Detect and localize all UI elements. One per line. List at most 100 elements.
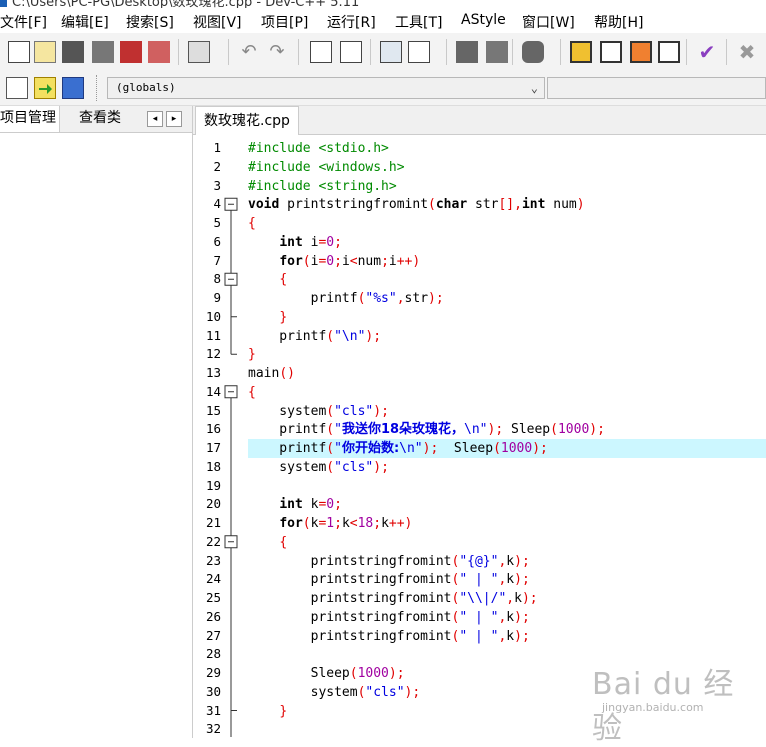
code-line[interactable]: system("cls"); [248, 458, 766, 477]
find-icon[interactable] [310, 41, 332, 63]
code-line[interactable]: { [248, 533, 766, 552]
menu-item-0[interactable]: 文件[F] [0, 12, 47, 32]
code-line[interactable]: for(i=0;i<num;i++) [248, 252, 766, 271]
save-all-icon[interactable] [92, 41, 114, 63]
print-icon[interactable] [188, 41, 210, 63]
code-token: " | " [459, 572, 499, 588]
code-line[interactable]: printf("\n"); [248, 327, 766, 346]
line-number: 19 [205, 477, 221, 493]
insert-icon[interactable] [6, 77, 28, 99]
menu-item-2[interactable]: 搜索[S] [126, 12, 174, 32]
code-editor[interactable]: #include <stdio.h> #include <windows.h> #i… [248, 139, 766, 738]
line-number: 3 [213, 177, 221, 193]
code-token: ( [326, 422, 335, 438]
tool-21-icon[interactable]: ✖ [736, 41, 758, 63]
code-line[interactable]: printf("%s",str); [248, 289, 766, 308]
code-line[interactable]: int i=0; [248, 233, 766, 252]
code-token: ); [428, 291, 444, 306]
close-icon[interactable] [120, 41, 142, 63]
code-token: 1 [326, 516, 335, 531]
code-line[interactable]: { [248, 270, 766, 289]
code-line[interactable]: printf("你开始数:\n"); Sleep(1000); [248, 439, 766, 458]
tab-scroll-right-button[interactable]: ▸ [166, 111, 182, 127]
code-line[interactable]: printstringfromint("{@}",k); [248, 552, 766, 571]
code-line[interactable]: printstringfromint(" | ",k); [248, 570, 766, 589]
code-line[interactable]: for(k=1;k<18;k++) [248, 514, 766, 533]
save-icon[interactable] [62, 41, 84, 63]
code-token: " | " [459, 609, 499, 625]
code-token: system [248, 459, 327, 475]
code-line[interactable]: } [248, 345, 766, 364]
grid2-icon[interactable] [600, 41, 622, 63]
code-line[interactable]: #include <string.h> [248, 177, 766, 196]
function-combo[interactable] [547, 77, 766, 99]
menu-item-5[interactable]: 运行[R] [327, 12, 376, 32]
code-line[interactable]: main() [248, 364, 766, 383]
editor-tab-strip: 数玫瑰花.cpp [193, 106, 766, 135]
code-line[interactable]: #include <stdio.h> [248, 139, 766, 158]
menu-item-6[interactable]: 工具[T] [395, 12, 442, 32]
code-token: ); [514, 628, 530, 644]
close-all-icon[interactable] [148, 41, 170, 63]
tab-class-browser[interactable]: 查看类 [76, 106, 124, 131]
code-line[interactable]: printstringfromint(" | ",k); [248, 608, 766, 627]
tab-scroll-left-button[interactable]: ◂ [147, 111, 163, 127]
code-token: i [341, 253, 350, 269]
new-file-icon[interactable] [8, 41, 30, 63]
menu-item-1[interactable]: 编辑[E] [61, 12, 109, 32]
unindent-icon[interactable] [408, 41, 430, 63]
redo-icon[interactable]: ↷ [266, 41, 288, 63]
undo-icon[interactable]: ↶ [238, 41, 260, 63]
toolbar-separator [178, 39, 179, 65]
code-line[interactable]: #include <windows.h> [248, 158, 766, 177]
menu-item-8[interactable]: 窗口[W] [522, 12, 575, 32]
line-number: 14 [205, 383, 221, 399]
code-token: printstringfromint [248, 572, 452, 588]
indent-icon[interactable] [380, 41, 402, 63]
tile-icon[interactable] [486, 41, 508, 63]
tool-20-icon[interactable]: ✔ [696, 41, 718, 63]
code-line[interactable]: int k=0; [248, 495, 766, 514]
toggle-comment-icon[interactable] [456, 41, 478, 63]
code-line[interactable]: printstringfromint("\\|/",k); [248, 589, 766, 608]
code-token: k [506, 553, 515, 569]
scope-combo[interactable]: (globals) ⌄ [107, 77, 545, 99]
grid-icon[interactable] [570, 41, 592, 63]
code-line[interactable] [248, 477, 766, 496]
menu-item-7[interactable]: AStyle [461, 12, 506, 28]
code-line[interactable]: void printstringfromint(char str[],int n… [248, 195, 766, 214]
window-icon[interactable] [522, 41, 544, 63]
code-line[interactable]: } [248, 308, 766, 327]
code-token: 18 [357, 516, 374, 531]
scope-combo-value: (globals) [116, 81, 176, 94]
line-number: 25 [205, 590, 221, 605]
toolbar-separator [298, 39, 299, 65]
code-token: \n" [464, 422, 488, 438]
check-icon[interactable] [630, 41, 652, 63]
toolbar-separator [446, 39, 447, 65]
code-line[interactable]: printstringfromint(" | ",k); [248, 627, 766, 646]
code-token: ; [334, 253, 342, 269]
code-line[interactable]: { [248, 214, 766, 233]
line-number: 4 [213, 196, 221, 212]
menu-item-3[interactable]: 视图[V] [193, 12, 242, 32]
code-token: ( [326, 441, 335, 456]
bookmark-icon[interactable] [62, 77, 84, 99]
tab-project-manager[interactable]: 项目管理 [0, 106, 60, 132]
open-file-icon[interactable] [34, 41, 56, 63]
stop-icon[interactable] [658, 41, 680, 63]
menu-item-4[interactable]: 项目[P] [261, 12, 308, 32]
menu-item-9[interactable]: 帮助[H] [594, 12, 643, 32]
code-line[interactable]: printf("我送你18朵玫瑰花，\n"); Sleep(1000); [248, 420, 766, 439]
goto-icon[interactable] [34, 77, 56, 99]
tab-source-file[interactable]: 数玫瑰花.cpp [195, 106, 299, 135]
code-token: num [545, 197, 577, 213]
line-number: 31 [205, 702, 221, 718]
code-line[interactable]: system("cls"); [248, 402, 766, 421]
chevron-down-icon[interactable]: ⌄ [531, 78, 538, 98]
replace-icon[interactable] [340, 41, 362, 63]
code-line[interactable]: { [248, 383, 766, 402]
